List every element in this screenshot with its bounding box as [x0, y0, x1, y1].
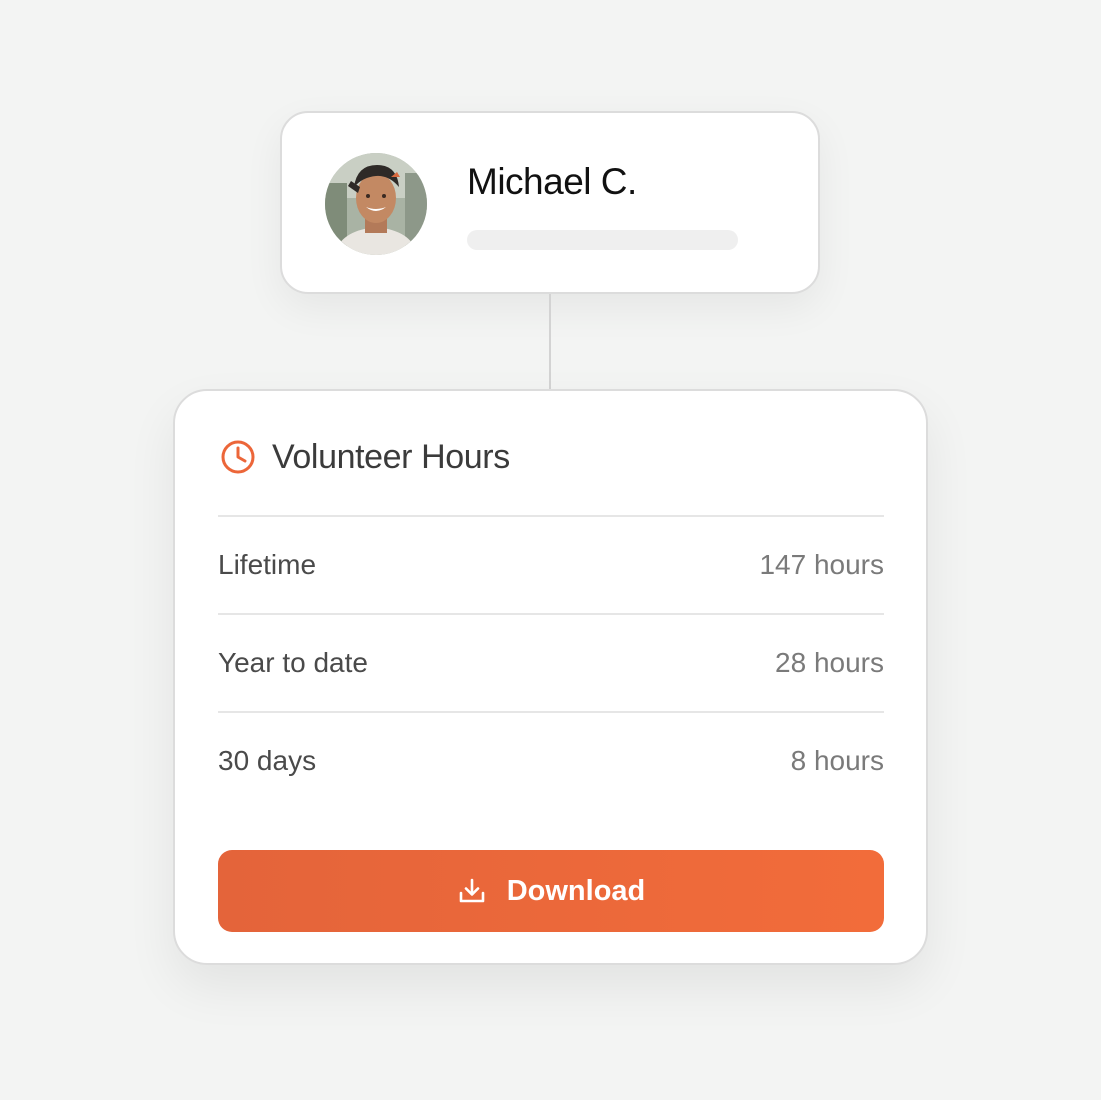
card-title: Volunteer Hours: [272, 437, 510, 476]
avatar: [325, 153, 427, 255]
avatar-photo-icon: [325, 153, 427, 255]
stats-list: Lifetime 147 hours Year to date 28 hours…: [218, 515, 884, 809]
name-placeholder-bar: [467, 230, 738, 250]
connector-line: [549, 294, 551, 390]
download-icon: [459, 878, 485, 903]
profile-name: Michael C.: [467, 161, 637, 202]
profile-card: Michael C.: [280, 111, 820, 294]
stat-value: 8 hours: [790, 745, 884, 776]
stat-row-30-days: 30 days 8 hours: [218, 713, 884, 809]
stat-label: 30 days: [218, 745, 317, 776]
stat-row-year-to-date: Year to date 28 hours: [218, 615, 884, 713]
card-header: Volunteer Hours: [218, 437, 510, 477]
stat-value: 147 hours: [759, 549, 884, 580]
clock-icon: [221, 440, 255, 474]
stat-label: Year to date: [218, 647, 368, 678]
volunteer-hours-card: Volunteer Hours Lifetime 147 hours Year …: [173, 389, 928, 965]
download-button[interactable]: Download: [218, 850, 884, 932]
stat-label: Lifetime: [218, 549, 317, 580]
download-button-label: Download: [506, 874, 646, 907]
stat-value: 28 hours: [775, 647, 884, 678]
stat-row-lifetime: Lifetime 147 hours: [218, 517, 884, 615]
